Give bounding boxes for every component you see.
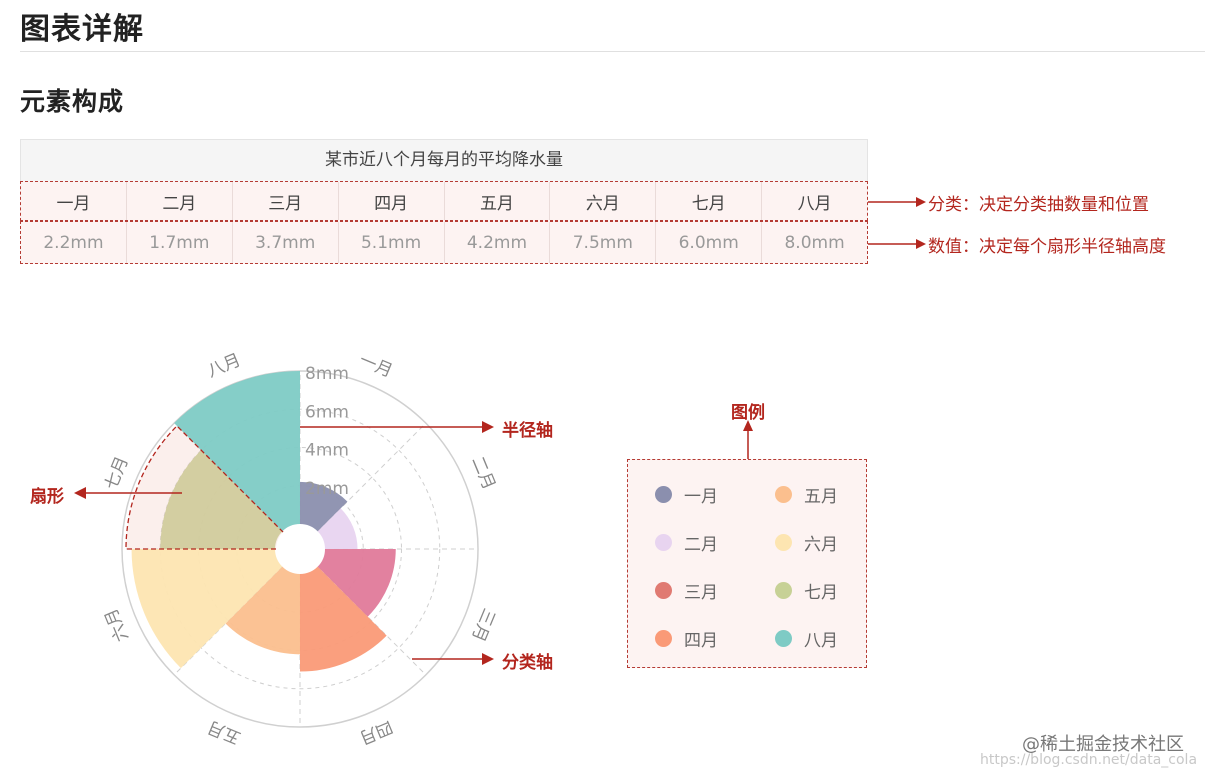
category-cell: 八月 — [797, 193, 832, 214]
legend-swatch — [775, 582, 792, 599]
radius-axis-arrowhead — [482, 421, 494, 433]
sector-annotation: 扇形 — [30, 487, 64, 507]
legend-item-jul[interactable]: 七月 — [775, 578, 838, 603]
category-cell: 五月 — [445, 182, 551, 220]
legend-item-jan[interactable]: 一月 — [655, 482, 718, 507]
category-cell: 三月 — [233, 182, 339, 220]
radial-tick-label: 2mm — [305, 479, 349, 499]
category-label: 二月 — [467, 454, 498, 493]
legend-label: 二月 — [684, 535, 718, 555]
legend-label: 四月 — [684, 631, 718, 651]
section-title: 元素构成 — [20, 87, 125, 116]
category-axis-annotation: 分类轴 — [502, 653, 553, 673]
value-cell: 5.1mm — [339, 222, 445, 263]
radial-tick-label: 8mm — [305, 364, 349, 384]
category-label: 七月 — [101, 454, 132, 493]
category-row-annotation: 分类：决定分类抽数量和位置 — [928, 195, 1149, 215]
legend-item-feb[interactable]: 二月 — [655, 530, 718, 555]
value-cell: 8.0mm — [784, 232, 845, 253]
legend-label: 五月 — [804, 487, 838, 507]
legend-label: 八月 — [804, 631, 838, 651]
data-table: 某市近八个月每月的平均降水量 一月 二月 三月 四月 五月 六月 七月 八月 2… — [20, 139, 868, 264]
value-row: 2.2mm 1.7mm 3.7mm 5.1mm 4.2mm 7.5mm 6.0m… — [20, 221, 868, 264]
legend-label: 七月 — [804, 583, 838, 603]
category-label: 四月 — [356, 716, 395, 747]
radial-tick-label: 4mm — [305, 441, 349, 461]
value-cell: 4.2mm — [445, 222, 551, 263]
legend-swatch — [775, 534, 792, 551]
radial-tick-label: 6mm — [305, 402, 349, 422]
legend-swatch — [655, 582, 672, 599]
legend-label: 一月 — [684, 487, 718, 507]
legend-label: 六月 — [804, 535, 838, 555]
legend-item-mar[interactable]: 三月 — [655, 578, 718, 603]
category-label: 六月 — [101, 605, 132, 644]
category-label: 三月 — [467, 605, 498, 644]
category-cell: 四月 — [339, 182, 445, 220]
category-cell: 二月 — [127, 182, 233, 220]
legend-item-aug[interactable]: 八月 — [775, 626, 838, 651]
watermark-url: https://blog.csdn.net/data_cola — [980, 752, 1198, 768]
category-label: 八月 — [205, 350, 244, 381]
category-row: 一月 二月 三月 四月 五月 六月 七月 八月 — [20, 181, 868, 221]
value-cell: 2.2mm — [21, 222, 127, 263]
table-title: 某市近八个月每月的平均降水量 — [20, 139, 868, 181]
category-label: 五月 — [205, 716, 244, 747]
rose-chart: 2mm 4mm 6mm 8mm 一月二月三月四月 五月 六月 七月 八月 — [74, 350, 499, 748]
radius-axis-annotation: 半径轴 — [502, 421, 553, 441]
legend: 一月 二月 三月 四月 五月 六月 七月 八月 — [627, 459, 867, 668]
center-hole — [276, 525, 324, 573]
radial-tick-labels: 2mm 4mm 6mm 8mm — [305, 364, 349, 499]
category-axis-arrowhead — [482, 653, 494, 665]
legend-item-may[interactable]: 五月 — [775, 482, 838, 507]
legend-item-apr[interactable]: 四月 — [655, 626, 718, 651]
legend-swatch — [655, 534, 672, 551]
category-cell: 六月 — [550, 182, 657, 220]
legend-swatch — [655, 630, 672, 647]
table-arrows — [868, 197, 926, 249]
sector-arrowhead — [74, 487, 86, 499]
title-divider — [20, 51, 1205, 52]
category-cell: 七月 — [656, 182, 763, 220]
legend-item-jun[interactable]: 六月 — [775, 530, 838, 555]
legend-swatch — [775, 630, 792, 647]
value-cell: 1.7mm — [127, 222, 233, 263]
category-label: 一月 — [356, 350, 395, 381]
legend-swatch — [655, 486, 672, 503]
legend-swatch — [775, 486, 792, 503]
value-cell: 7.5mm — [550, 222, 657, 263]
legend-label: 三月 — [684, 583, 718, 603]
value-cell: 3.7mm — [233, 222, 339, 263]
value-row-annotation: 数值：决定每个扇形半径轴高度 — [928, 237, 1166, 257]
category-cell: 一月 — [21, 182, 127, 220]
rose-sectors — [125, 371, 396, 672]
value-cell: 6.0mm — [656, 222, 763, 263]
page-title: 图表详解 — [20, 12, 144, 47]
